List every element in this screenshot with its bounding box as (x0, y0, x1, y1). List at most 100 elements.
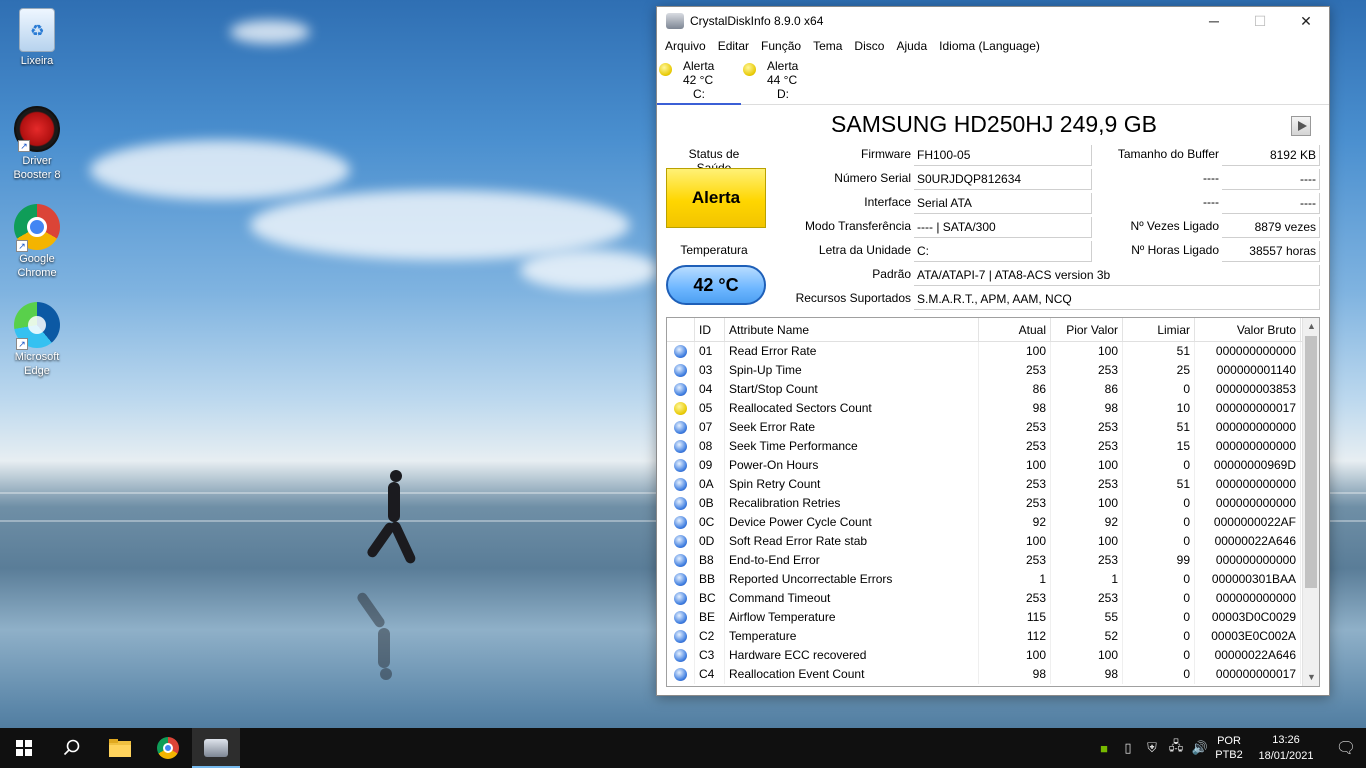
table-row[interactable]: BC Command Timeout 253 253 0 000000000000 (667, 589, 1319, 608)
start-button[interactable] (0, 728, 48, 768)
title-bar[interactable]: CrystalDiskInfo 8.9.0 x64 ─ ☐ ✕ (657, 7, 1329, 35)
table-row[interactable]: 01 Read Error Rate 100 100 51 000000000000 (667, 342, 1319, 361)
temperature-label: Temperatura (680, 243, 748, 257)
usb-device-icon[interactable]: ▯ (1116, 728, 1140, 768)
desktop-icon-recycle-bin[interactable]: ♻ Lixeira (6, 8, 68, 68)
table-scrollbar[interactable]: ▲ ▼ (1302, 318, 1319, 686)
standard-value: ATA/ATAPI-7 | ATA8-ACS version 3b (914, 265, 1320, 286)
smart-attributes-table[interactable]: ID Attribute Name Atual Pior Valor Limia… (666, 317, 1320, 687)
table-row[interactable]: B8 End-to-End Error 253 253 99 000000000000 (667, 551, 1319, 570)
header-threshold[interactable]: Limiar (1123, 318, 1195, 341)
taskbar-file-explorer[interactable] (96, 728, 144, 768)
attribute-threshold: 25 (1123, 361, 1195, 380)
desktop-icon-microsoft-edge[interactable]: ↗ Microsoft Edge (6, 302, 68, 378)
nvidia-icon[interactable]: ■ (1092, 728, 1116, 768)
attribute-name: Seek Time Performance (725, 437, 979, 456)
drive-status: Alerta (683, 59, 715, 73)
chrome-icon (157, 737, 179, 759)
clock[interactable]: 13:26 18/01/2021 (1246, 732, 1326, 764)
table-row[interactable]: 0A Spin Retry Count 253 253 51 000000000000 (667, 475, 1319, 494)
table-row[interactable]: 0C Device Power Cycle Count 92 92 0 000000002… (667, 513, 1319, 532)
scroll-up-arrow-icon[interactable]: ▲ (1303, 318, 1319, 335)
caution-status-icon (743, 63, 756, 76)
desktop-icon-google-chrome[interactable]: ↗ Google Chrome (6, 204, 68, 280)
menu-tema[interactable]: Tema (807, 39, 848, 53)
serial-value: S0URJDQP812634 (914, 169, 1092, 190)
good-status-icon (674, 630, 687, 643)
table-row[interactable]: BB Reported Uncorrectable Errors 1 1 0 000000… (667, 570, 1319, 589)
menu-ajuda[interactable]: Ajuda (890, 39, 933, 53)
scroll-down-arrow-icon[interactable]: ▼ (1303, 669, 1319, 686)
attribute-id: C2 (695, 627, 725, 646)
good-status-icon (674, 364, 687, 377)
attribute-id: B8 (695, 551, 725, 570)
menu-arquivo[interactable]: Arquivo (659, 39, 712, 53)
clock-date: 18/01/2021 (1258, 750, 1314, 762)
scroll-thumb[interactable] (1305, 336, 1317, 588)
attribute-name: Device Power Cycle Count (725, 513, 979, 532)
power-count-value: 8879 vezes (1222, 217, 1320, 238)
attribute-name: End-to-End Error (725, 551, 979, 570)
attribute-current: 100 (979, 342, 1051, 361)
attribute-worst: 86 (1051, 380, 1123, 399)
status-icon (667, 532, 695, 551)
table-row[interactable]: 08 Seek Time Performance 253 253 15 000000000… (667, 437, 1319, 456)
header-raw-value[interactable]: Valor Bruto (1195, 318, 1301, 341)
close-button[interactable]: ✕ (1283, 7, 1329, 35)
table-row[interactable]: 09 Power-On Hours 100 100 0 00000000969D (667, 456, 1319, 475)
drive-tab-d[interactable]: Alerta 44 °C D: (741, 57, 825, 105)
temperature-value: 42 °C (666, 265, 766, 305)
attribute-raw-value: 000000000000 (1195, 342, 1301, 361)
menu-disco[interactable]: Disco (848, 39, 890, 53)
table-row[interactable]: 03 Spin-Up Time 253 253 25 000000001140 (667, 361, 1319, 380)
desktop-icon-driver-booster[interactable]: ↗ Driver Booster 8 (6, 106, 68, 182)
taskbar: ■ ▯ ⛨ 🖧 🔊 POR PTB2 13:26 18/01/2021 🗨 (0, 728, 1366, 768)
minimize-button[interactable]: ─ (1191, 7, 1237, 35)
attribute-id: 0D (695, 532, 725, 551)
table-row[interactable]: 0D Soft Read Error Rate stab 100 100 0 000000… (667, 532, 1319, 551)
attribute-id: BE (695, 608, 725, 627)
table-row[interactable]: 0B Recalibration Retries 253 100 0 0000000000… (667, 494, 1319, 513)
table-row[interactable]: 04 Start/Stop Count 86 86 0 000000003853 (667, 380, 1319, 399)
taskbar-crystaldiskinfo[interactable] (192, 728, 240, 768)
attribute-raw-value: 000000001140 (1195, 361, 1301, 380)
network-icon[interactable]: 🖧 (1164, 728, 1188, 768)
table-row[interactable]: C3 Hardware ECC recovered 100 100 0 00000022A… (667, 646, 1319, 665)
volume-icon[interactable]: 🔊 (1188, 728, 1212, 768)
header-current[interactable]: Atual (979, 318, 1051, 341)
attribute-id: C3 (695, 646, 725, 665)
attribute-name: Seek Error Rate (725, 418, 979, 437)
security-shield-icon[interactable]: ⛨ (1140, 728, 1164, 768)
crystaldiskinfo-window: CrystalDiskInfo 8.9.0 x64 ─ ☐ ✕ Arquivo … (656, 6, 1330, 696)
table-row[interactable]: 07 Seek Error Rate 253 253 51 000000000000 (667, 418, 1319, 437)
header-id[interactable]: ID (695, 318, 725, 341)
drive-letter-label: Letra da Unidade (818, 243, 911, 257)
system-tray: ■ ▯ ⛨ 🖧 🔊 POR PTB2 13:26 18/01/2021 🗨 (1092, 728, 1366, 768)
table-row[interactable]: 05 Reallocated Sectors Count 98 98 10 0000000… (667, 399, 1319, 418)
crystaldiskinfo-icon (666, 13, 684, 29)
attribute-id: C4 (695, 665, 725, 684)
input-language[interactable]: POR PTB2 (1212, 734, 1246, 762)
header-attribute-name[interactable]: Attribute Name (725, 318, 979, 341)
table-row[interactable]: BE Airflow Temperature 115 55 0 00003D0C0029 (667, 608, 1319, 627)
table-row[interactable]: C2 Temperature 112 52 0 00003E0C002A (667, 627, 1319, 646)
search-button[interactable] (48, 728, 96, 768)
next-disk-button[interactable] (1291, 116, 1311, 136)
chrome-icon: ↗ (14, 204, 60, 252)
status-icon (667, 361, 695, 380)
clock-time: 13:26 (1272, 734, 1300, 746)
header-worst[interactable]: Pior Valor (1051, 318, 1123, 341)
attribute-current: 253 (979, 418, 1051, 437)
maximize-button[interactable]: ☐ (1237, 7, 1283, 35)
drive-tab-c[interactable]: Alerta 42 °C C: (657, 57, 741, 105)
menu-editar[interactable]: Editar (712, 39, 755, 53)
health-status-button[interactable]: Alerta (666, 168, 766, 228)
table-row[interactable]: C4 Reallocation Event Count 98 98 0 000000000… (667, 665, 1319, 684)
features-label: Recursos Suportados (795, 291, 911, 305)
taskbar-google-chrome[interactable] (144, 728, 192, 768)
firmware-value: FH100-05 (914, 145, 1092, 166)
menu-funcao[interactable]: Função (755, 39, 807, 53)
attribute-current: 100 (979, 646, 1051, 665)
menu-idioma[interactable]: Idioma (Language) (933, 39, 1046, 53)
notification-center-icon[interactable]: 🗨 (1326, 728, 1366, 768)
